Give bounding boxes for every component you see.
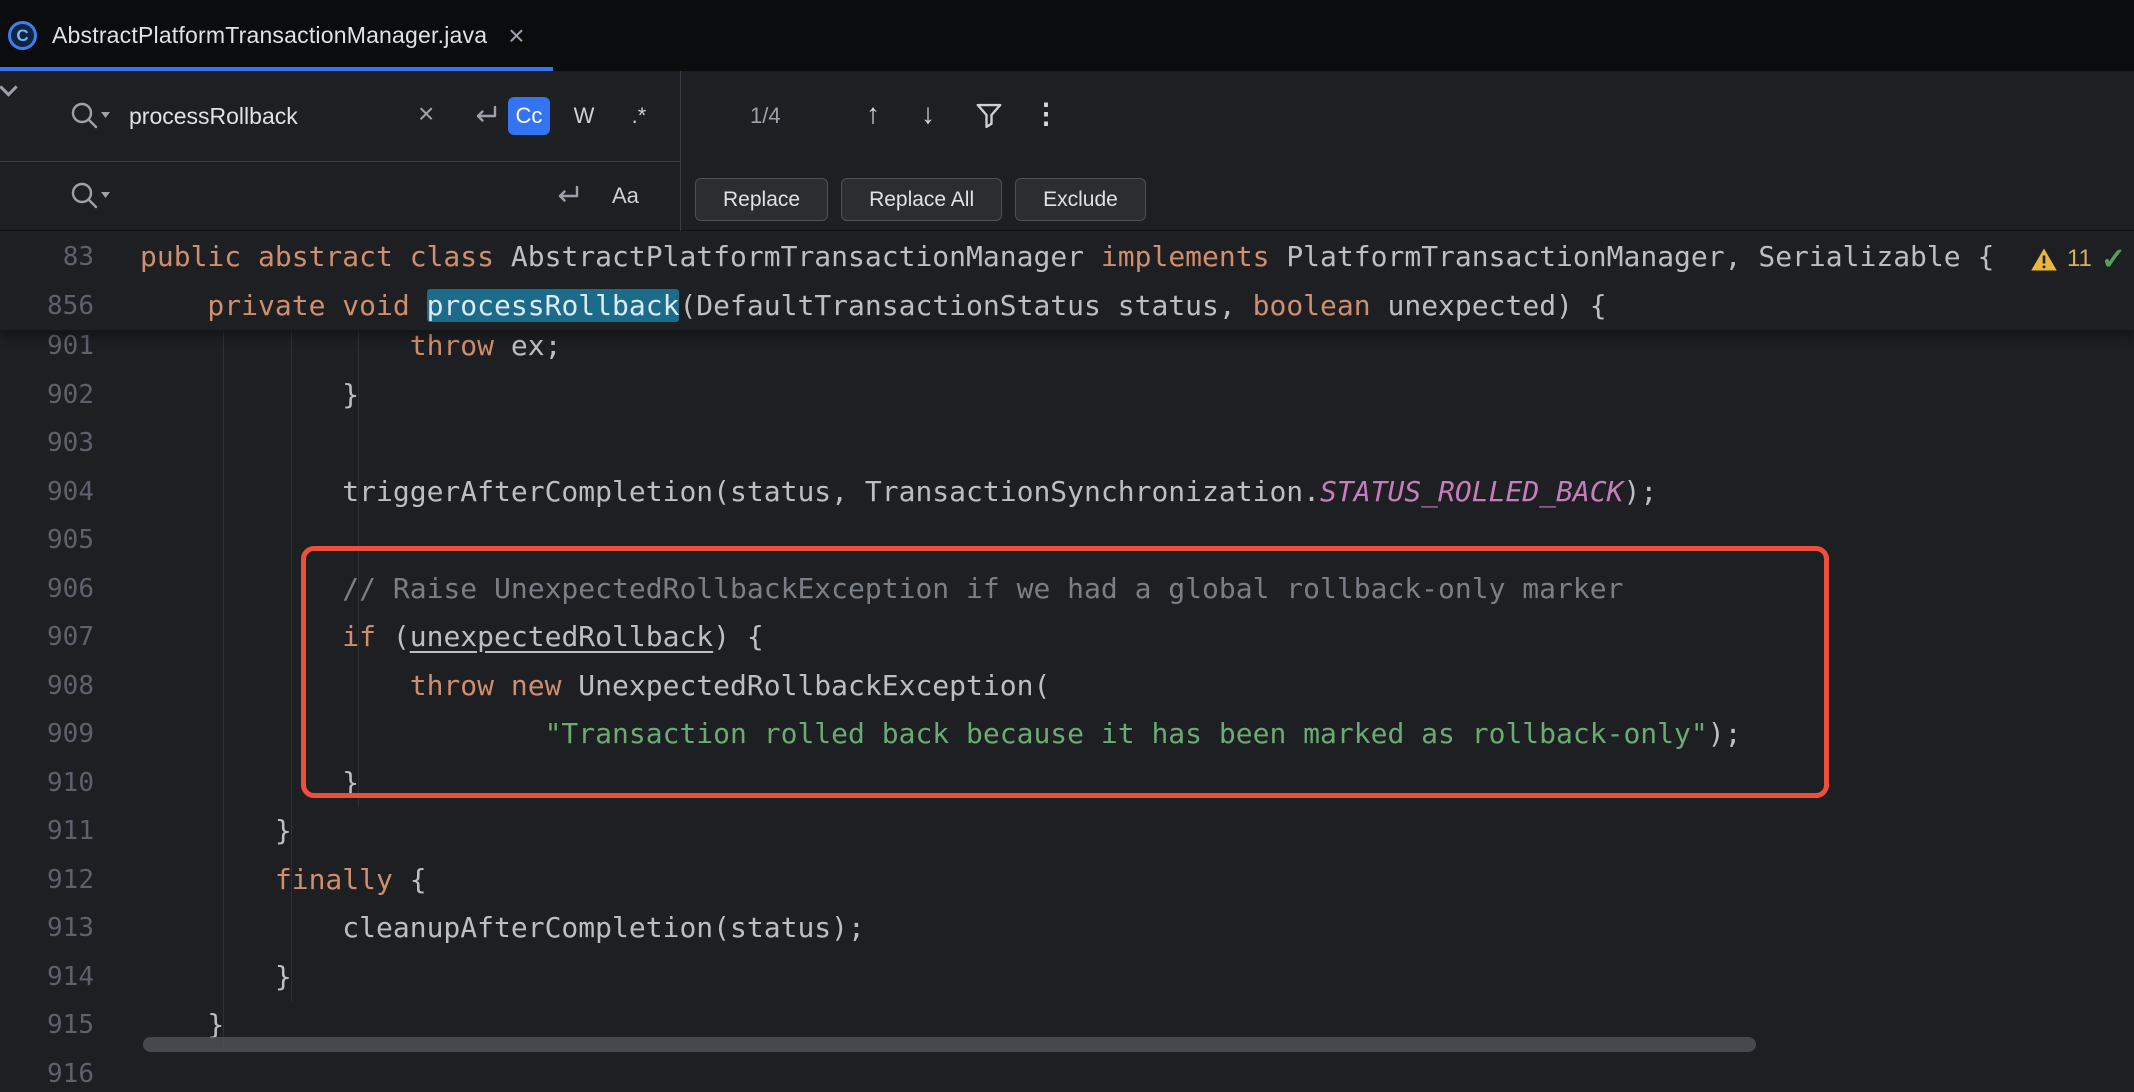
- code-line-914: 914 }: [0, 953, 2134, 1002]
- code-text: }: [140, 953, 292, 1002]
- replace-button[interactable]: Replace: [695, 178, 828, 221]
- line-number: 856: [0, 282, 140, 331]
- code-editor[interactable]: 901 throw ex;902 }903904 triggerAfterCom…: [0, 231, 2134, 1092]
- tab-title: AbstractPlatformTransactionManager.java: [52, 22, 487, 49]
- code-line-907: 907 if (unexpectedRollback) {: [0, 613, 2134, 662]
- newline-icon[interactable]: [470, 102, 500, 130]
- warning-count: 11: [2067, 245, 2092, 273]
- line-number: 913: [0, 904, 140, 953]
- match-counter: 1/4: [750, 97, 781, 135]
- preserve-case-icon[interactable]: Aa: [612, 177, 639, 215]
- tab-file[interactable]: C AbstractPlatformTransactionManager.jav…: [0, 0, 553, 71]
- search-history-icon[interactable]: [68, 99, 112, 133]
- line-number: 83: [0, 233, 140, 282]
- code-line-904: 904 triggerAfterCompletion(status, Trans…: [0, 468, 2134, 517]
- code-text: public abstract class AbstractPlatformTr…: [140, 233, 1994, 282]
- code-line-908: 908 throw new UnexpectedRollbackExceptio…: [0, 662, 2134, 711]
- replace-all-button[interactable]: Replace All: [841, 178, 1002, 221]
- replace-buttons: Replace Replace All Exclude: [695, 178, 1146, 221]
- code-text: }: [140, 759, 359, 808]
- inspections-widget[interactable]: 11 ✓: [2030, 241, 2126, 277]
- code-line-83: 83public abstract class AbstractPlatform…: [0, 233, 2134, 282]
- filter-icon[interactable]: [974, 100, 1004, 130]
- line-number: 907: [0, 613, 140, 662]
- code-line-856: 856 private void processRollback(Default…: [0, 282, 2134, 331]
- line-number: 916: [0, 1050, 140, 1092]
- code-line-916: 916: [0, 1050, 2134, 1092]
- code-line-905: 905: [0, 516, 2134, 565]
- horizontal-scrollbar[interactable]: [143, 1037, 1756, 1052]
- editor-tab-bar: C AbstractPlatformTransactionManager.jav…: [0, 0, 2134, 71]
- code-line-912: 912 finally {: [0, 856, 2134, 905]
- line-number: 905: [0, 516, 140, 565]
- toggle-regex[interactable]: .*: [618, 97, 660, 135]
- code-text: cleanupAfterCompletion(status);: [140, 904, 865, 953]
- code-line-910: 910 }: [0, 759, 2134, 808]
- line-number: 908: [0, 662, 140, 711]
- code-text: // Raise UnexpectedRollbackException if …: [140, 565, 1623, 614]
- ide-window: C AbstractPlatformTransactionManager.jav…: [0, 0, 2134, 1092]
- line-number: 915: [0, 1001, 140, 1050]
- replace-history-icon[interactable]: [68, 179, 112, 213]
- line-number: 911: [0, 807, 140, 856]
- indent-guide: [291, 322, 292, 1001]
- code-line-913: 913 cleanupAfterCompletion(status);: [0, 904, 2134, 953]
- code-text: }: [140, 807, 292, 856]
- code-text: "Transaction rolled back because it has …: [140, 710, 1741, 759]
- clear-search-icon[interactable]: ×: [418, 95, 434, 133]
- code-line-903: 903: [0, 419, 2134, 468]
- exclude-button[interactable]: Exclude: [1015, 178, 1146, 221]
- find-toggles: Cc W .*: [508, 97, 660, 135]
- code-text: throw new UnexpectedRollbackException(: [140, 662, 1050, 711]
- warning-icon: [2030, 247, 2058, 272]
- panel-horizontal-divider: [0, 161, 680, 162]
- code-line-911: 911 }: [0, 807, 2134, 856]
- code-text: finally {: [140, 856, 427, 905]
- java-class-icon: C: [8, 21, 37, 50]
- code-viewport: 901 throw ex;902 }903904 triggerAfterCom…: [0, 322, 2134, 1092]
- code-line-902: 902 }: [0, 371, 2134, 420]
- no-errors-check-icon: ✓: [2101, 242, 2126, 277]
- line-number: 903: [0, 419, 140, 468]
- code-text: if (unexpectedRollback) {: [140, 613, 764, 662]
- code-line-909: 909 "Transaction rolled back because it …: [0, 710, 2134, 759]
- indent-guide: [358, 322, 359, 807]
- replace-newline-icon[interactable]: [552, 182, 582, 210]
- toggle-words[interactable]: W: [563, 97, 605, 135]
- code-text: private void processRollback(DefaultTran…: [140, 282, 1607, 331]
- find-input[interactable]: processRollback: [129, 97, 298, 135]
- indent-guide: [223, 322, 224, 1049]
- line-number: 909: [0, 710, 140, 759]
- code-text: }: [140, 371, 359, 420]
- tab-close-icon[interactable]: ×: [508, 22, 524, 50]
- line-number: 910: [0, 759, 140, 808]
- find-replace-panel: processRollback × Cc W .* 1/4 ↑ ↓ ⋮ Aa Rep…: [0, 71, 2134, 231]
- line-number: 904: [0, 468, 140, 517]
- chevron-down-icon[interactable]: [0, 78, 18, 96]
- previous-match-icon[interactable]: ↑: [866, 95, 880, 133]
- more-options-icon[interactable]: ⋮: [1032, 95, 1060, 133]
- toggle-match-case[interactable]: Cc: [508, 97, 550, 135]
- next-match-icon[interactable]: ↓: [921, 95, 935, 133]
- panel-vertical-divider: [680, 71, 681, 231]
- sticky-lines: 83public abstract class AbstractPlatform…: [0, 231, 2134, 331]
- line-number: 906: [0, 565, 140, 614]
- line-number: 902: [0, 371, 140, 420]
- code-text: triggerAfterCompletion(status, Transacti…: [140, 468, 1657, 517]
- code-line-906: 906 // Raise UnexpectedRollbackException…: [0, 565, 2134, 614]
- line-number: 914: [0, 953, 140, 1002]
- line-number: 912: [0, 856, 140, 905]
